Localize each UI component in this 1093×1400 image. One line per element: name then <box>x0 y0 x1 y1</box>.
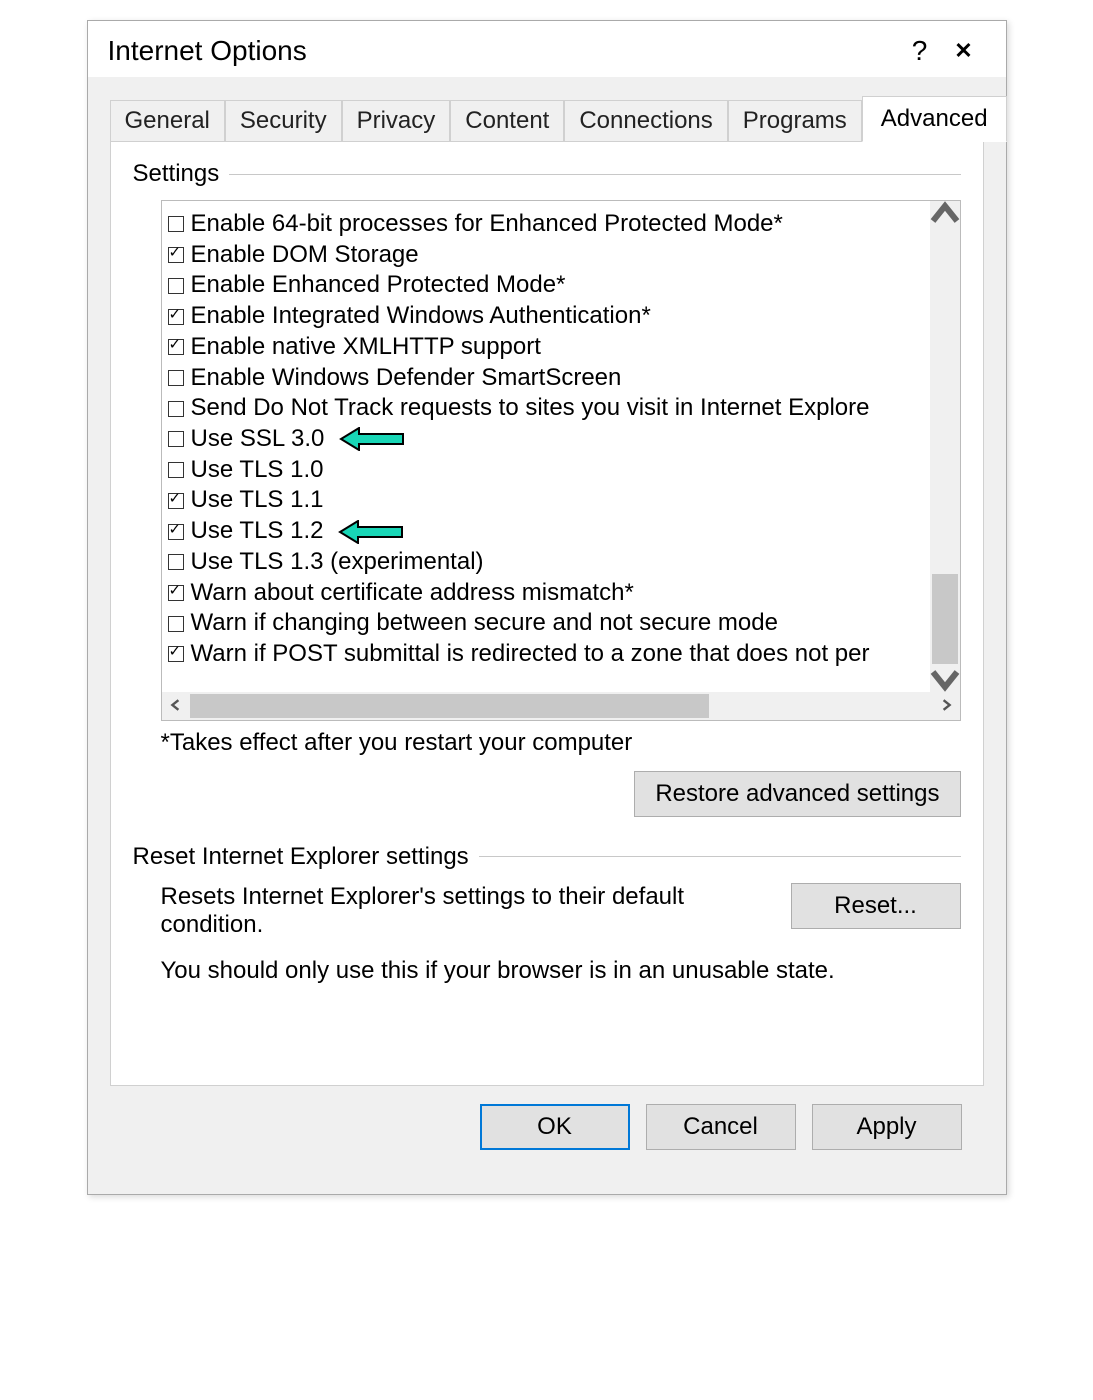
restore-advanced-button[interactable]: Restore advanced settings <box>634 771 960 817</box>
apply-button[interactable]: Apply <box>812 1104 962 1150</box>
horizontal-scrollbar[interactable] <box>162 692 960 720</box>
setting-item[interactable]: Enable 64-bit processes for Enhanced Pro… <box>168 209 924 240</box>
checkbox-unchecked-icon[interactable] <box>168 370 184 386</box>
settings-label-text: Settings <box>133 160 230 188</box>
setting-item[interactable]: Enable native XMLHTTP support <box>168 332 924 363</box>
setting-label: Enable Windows Defender SmartScreen <box>191 363 622 394</box>
checkbox-checked-icon[interactable] <box>168 585 184 601</box>
reset-label-text: Reset Internet Explorer settings <box>133 843 479 871</box>
checkbox-checked-icon[interactable] <box>168 524 184 540</box>
checkbox-unchecked-icon[interactable] <box>168 462 184 478</box>
checkbox-checked-icon[interactable] <box>168 493 184 509</box>
group-divider <box>229 174 960 175</box>
setting-label: Enable Enhanced Protected Mode* <box>191 270 566 301</box>
checkbox-unchecked-icon[interactable] <box>168 616 184 632</box>
dialog-body: GeneralSecurityPrivacyContentConnections… <box>88 77 1006 1194</box>
setting-label: Warn about certificate address mismatch* <box>191 578 634 609</box>
setting-item[interactable]: Enable Enhanced Protected Mode* <box>168 270 924 301</box>
setting-item[interactable]: Use TLS 1.1 <box>168 485 924 516</box>
scroll-left-icon[interactable] <box>162 695 190 716</box>
reset-warning: You should only use this if your browser… <box>161 957 961 985</box>
cancel-button[interactable]: Cancel <box>646 1104 796 1150</box>
setting-label: Warn if changing between secure and not … <box>191 608 778 639</box>
setting-label: Send Do Not Track requests to sites you … <box>191 393 870 424</box>
dialog-footer: OK Cancel Apply <box>110 1086 984 1172</box>
setting-label: Enable DOM Storage <box>191 240 419 271</box>
checkbox-checked-icon[interactable] <box>168 646 184 662</box>
setting-item[interactable]: Enable Windows Defender SmartScreen <box>168 363 924 394</box>
hscroll-track[interactable] <box>190 692 932 720</box>
scroll-up-icon[interactable] <box>930 201 960 229</box>
settings-list: Enable 64-bit processes for Enhanced Pro… <box>162 201 930 692</box>
checkbox-unchecked-icon[interactable] <box>168 401 184 417</box>
checkbox-unchecked-icon[interactable] <box>168 278 184 294</box>
setting-item[interactable]: Use SSL 3.0 <box>168 424 924 455</box>
settings-listbox: Enable 64-bit processes for Enhanced Pro… <box>161 200 961 721</box>
setting-label: Use SSL 3.0 <box>191 424 325 455</box>
setting-label: Enable native XMLHTTP support <box>191 332 541 363</box>
checkbox-unchecked-icon[interactable] <box>168 554 184 570</box>
help-button[interactable]: ? <box>898 35 942 67</box>
vertical-scrollbar[interactable] <box>930 201 960 692</box>
tab-strip: GeneralSecurityPrivacyContentConnections… <box>110 77 984 141</box>
close-button[interactable]: ✕ <box>942 38 986 64</box>
reset-group-label: Reset Internet Explorer settings <box>133 843 961 871</box>
checkbox-checked-icon[interactable] <box>168 247 184 263</box>
settings-group-label: Settings <box>133 160 961 188</box>
checkbox-checked-icon[interactable] <box>168 339 184 355</box>
setting-label: Warn if POST submittal is redirected to … <box>191 639 870 670</box>
setting-label: Use TLS 1.0 <box>191 455 324 486</box>
annotation-arrow-icon <box>339 427 405 451</box>
checkbox-unchecked-icon[interactable] <box>168 216 184 232</box>
setting-item[interactable]: Use TLS 1.0 <box>168 455 924 486</box>
checkbox-unchecked-icon[interactable] <box>168 431 184 447</box>
checkbox-checked-icon[interactable] <box>168 309 184 325</box>
setting-label: Enable Integrated Windows Authentication… <box>191 301 651 332</box>
setting-item[interactable]: Enable DOM Storage <box>168 240 924 271</box>
tab-advanced[interactable]: Advanced <box>862 96 1007 142</box>
annotation-arrow-icon <box>338 520 404 544</box>
dialog-title: Internet Options <box>108 35 898 67</box>
setting-item[interactable]: Enable Integrated Windows Authentication… <box>168 301 924 332</box>
tab-general[interactable]: General <box>110 100 225 142</box>
setting-label: Enable 64-bit processes for Enhanced Pro… <box>191 209 783 240</box>
hscroll-thumb[interactable] <box>190 694 709 718</box>
scroll-track[interactable] <box>930 229 960 664</box>
setting-label: Use TLS 1.2 <box>191 516 324 547</box>
tab-security[interactable]: Security <box>225 100 342 142</box>
titlebar: Internet Options ? ✕ <box>88 21 1006 77</box>
ok-button[interactable]: OK <box>480 1104 630 1150</box>
reset-description: Resets Internet Explorer's settings to t… <box>161 883 767 939</box>
scroll-down-icon[interactable] <box>930 664 960 692</box>
setting-item[interactable]: Use TLS 1.2 <box>168 516 924 547</box>
scroll-thumb[interactable] <box>932 574 958 664</box>
scroll-right-icon[interactable] <box>932 695 960 716</box>
setting-item[interactable]: Warn if POST submittal is redirected to … <box>168 639 924 670</box>
setting-label: Use TLS 1.1 <box>191 485 324 516</box>
internet-options-dialog: Internet Options ? ✕ GeneralSecurityPriv… <box>87 20 1007 1195</box>
tab-connections[interactable]: Connections <box>564 100 727 142</box>
setting-item[interactable]: Warn about certificate address mismatch* <box>168 578 924 609</box>
setting-item[interactable]: Use TLS 1.3 (experimental) <box>168 547 924 578</box>
advanced-panel: Settings Enable 64-bit processes for Enh… <box>110 141 984 1086</box>
tab-privacy[interactable]: Privacy <box>342 100 451 142</box>
tab-content[interactable]: Content <box>450 100 564 142</box>
reset-button[interactable]: Reset... <box>791 883 961 929</box>
group-divider <box>479 856 961 857</box>
setting-label: Use TLS 1.3 (experimental) <box>191 547 484 578</box>
restart-note: *Takes effect after you restart your com… <box>161 729 961 757</box>
setting-item[interactable]: Warn if changing between secure and not … <box>168 608 924 639</box>
setting-item[interactable]: Send Do Not Track requests to sites you … <box>168 393 924 424</box>
tab-programs[interactable]: Programs <box>728 100 862 142</box>
